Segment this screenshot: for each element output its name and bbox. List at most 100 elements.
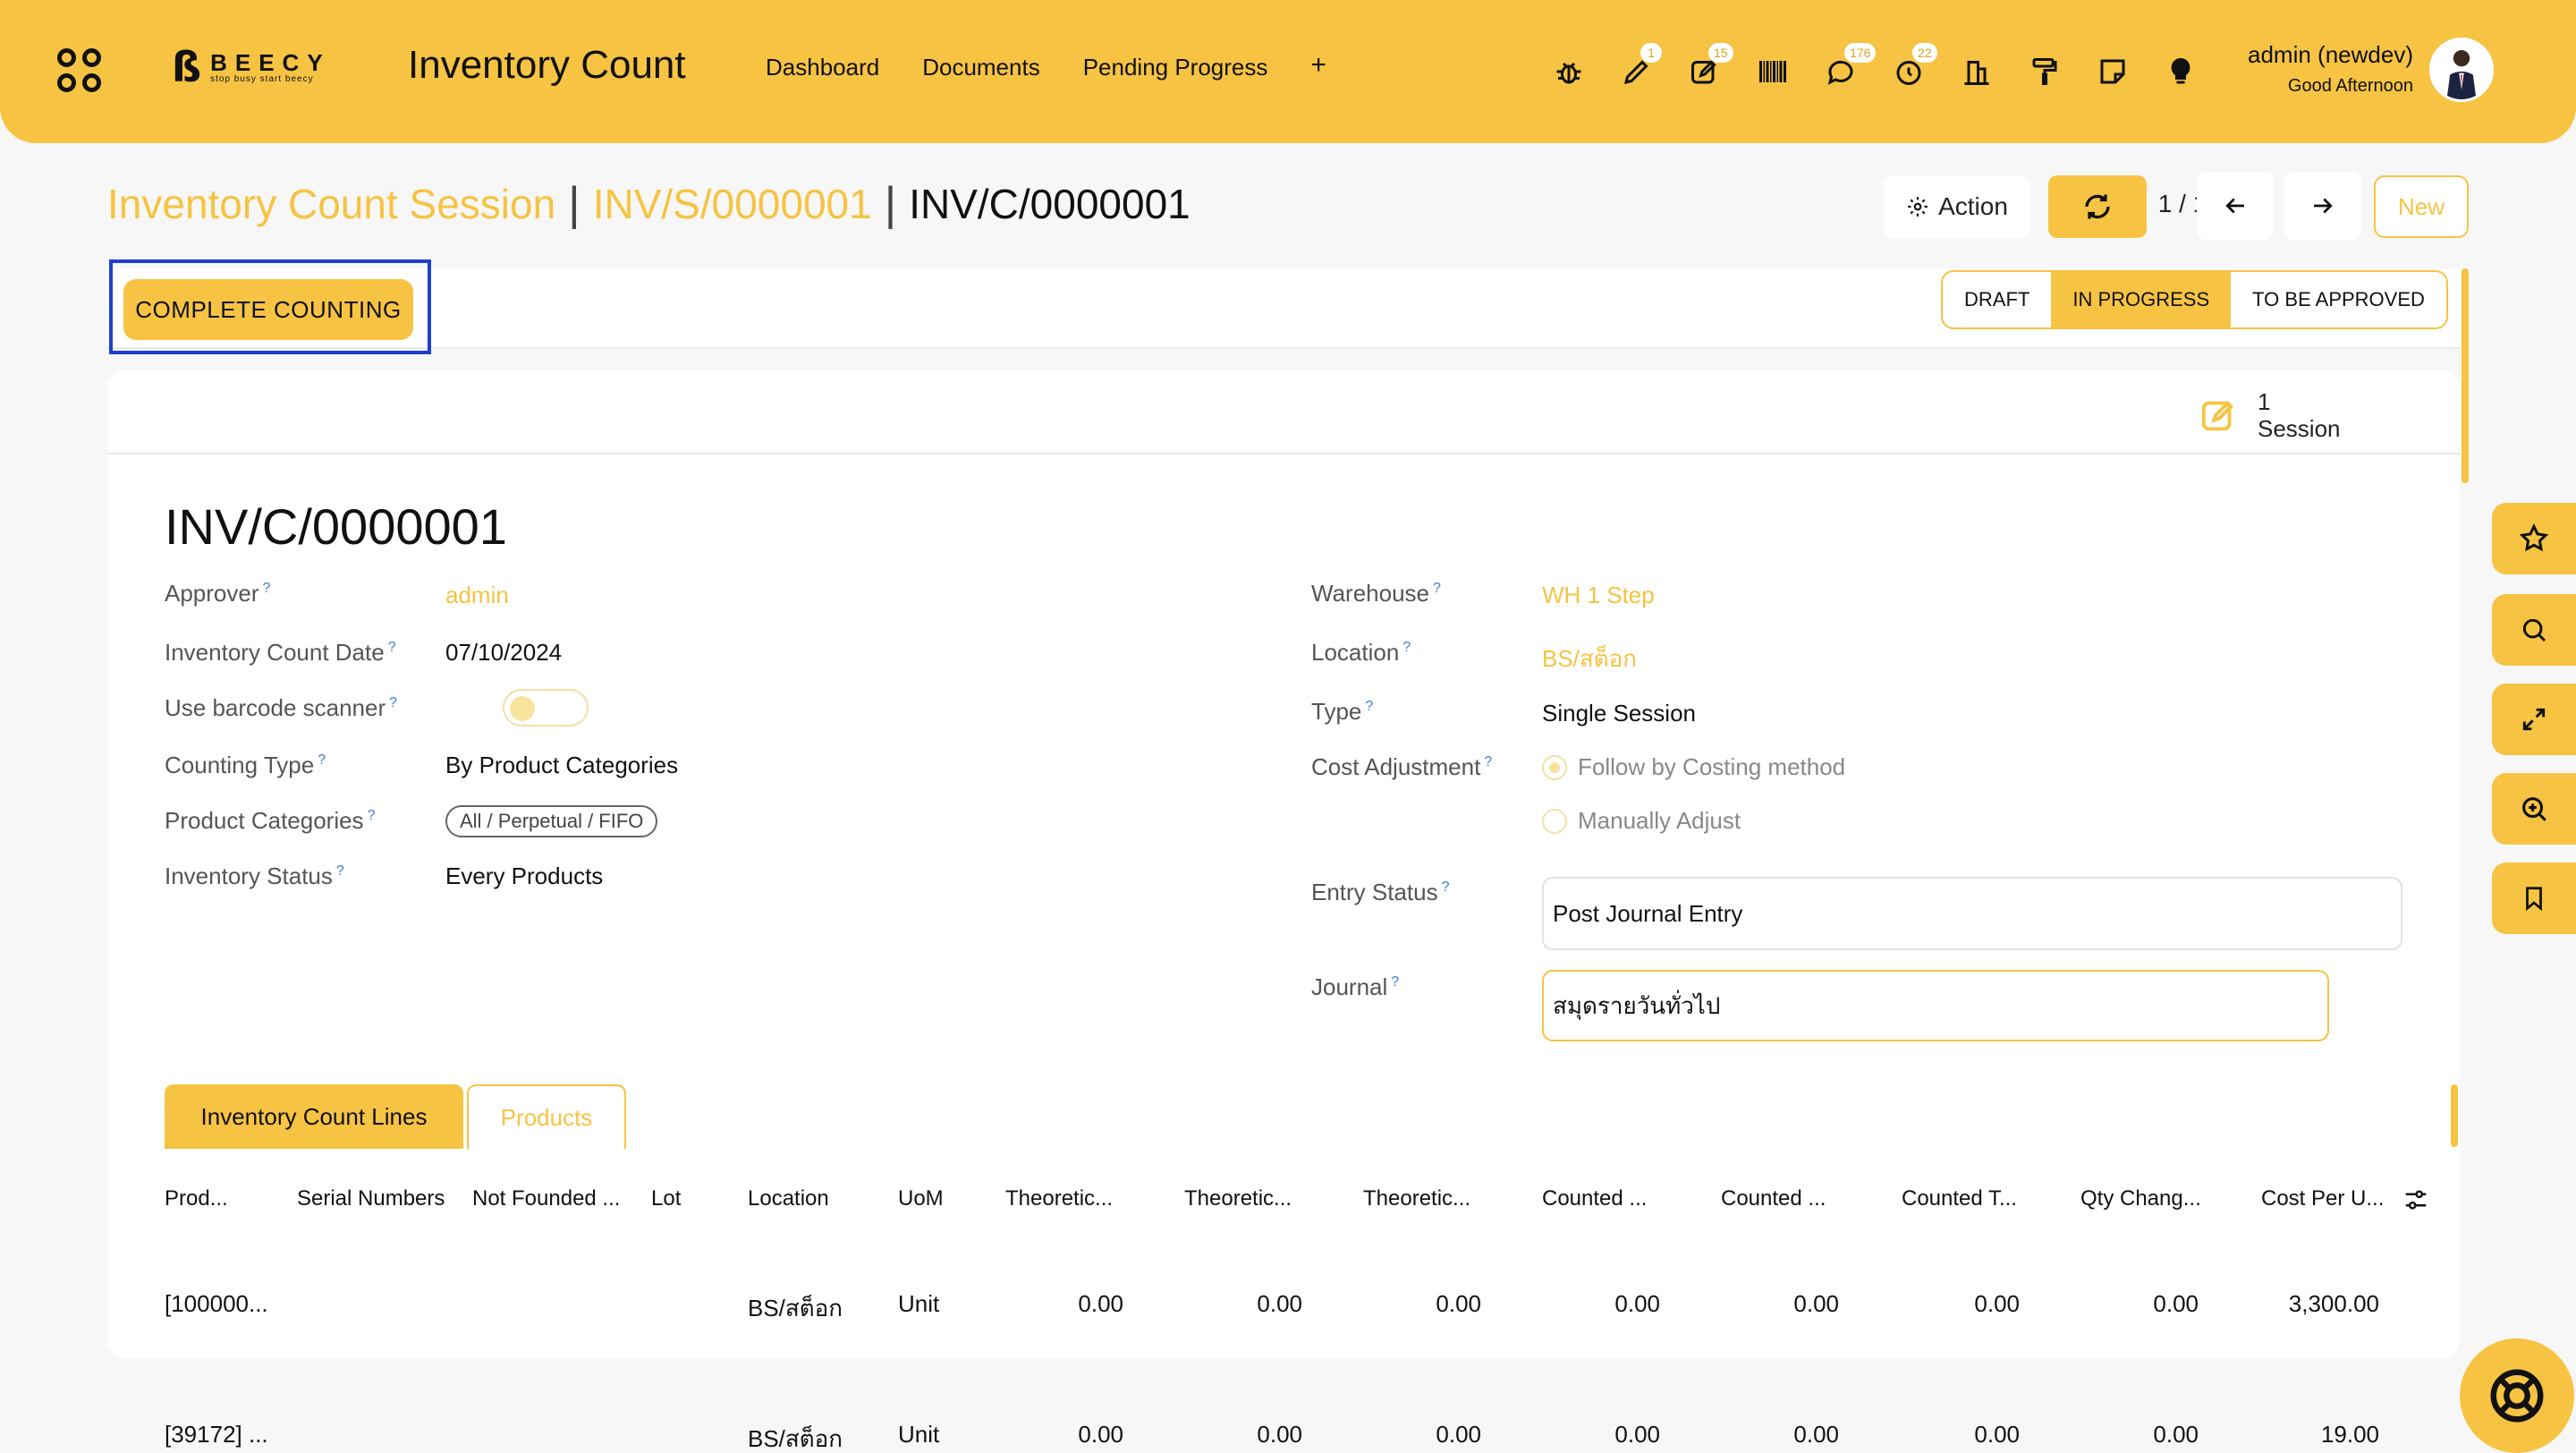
help-button[interactable] bbox=[2460, 1338, 2574, 1453]
user-name: admin (newdev) bbox=[2248, 41, 2413, 68]
page-scrollbar[interactable] bbox=[2462, 268, 2469, 483]
counting-type-label: Counting Type? bbox=[165, 752, 326, 778]
column-header-theoretical-3[interactable]: Theoretic... bbox=[1363, 1186, 1470, 1211]
row-separator bbox=[107, 1358, 2460, 1394]
stage-in-progress[interactable]: IN PROGRESS bbox=[2051, 272, 2232, 327]
inventory-count-date-value[interactable]: 07/10/2024 bbox=[445, 639, 562, 667]
cell-counted-total: 0.00 bbox=[1974, 1290, 2020, 1317]
tab-products[interactable]: Products bbox=[467, 1084, 626, 1149]
avatar[interactable] bbox=[2429, 38, 2494, 102]
zoom-in-icon bbox=[2522, 797, 2546, 821]
search-icon bbox=[2522, 618, 2546, 642]
cell-theoretical-1: 0.00 bbox=[1078, 1421, 1123, 1448]
bug-icon[interactable] bbox=[1535, 50, 1603, 93]
expand-button[interactable] bbox=[2492, 684, 2576, 755]
zoom-button[interactable] bbox=[2492, 773, 2576, 845]
approver-label: Approver? bbox=[165, 580, 271, 607]
breadcrumb-separator: | bbox=[568, 178, 580, 230]
column-header-not-founded[interactable]: Not Founded ... bbox=[472, 1186, 620, 1211]
breadcrumb-current: INV/C/0000001 bbox=[909, 181, 1191, 227]
nav-documents[interactable]: Documents bbox=[922, 54, 1040, 81]
table-scrollbar[interactable] bbox=[2451, 1084, 2458, 1147]
barcode-scanner-toggle[interactable] bbox=[503, 689, 589, 726]
stage-to-be-approved[interactable]: TO BE APPROVED bbox=[2231, 272, 2446, 327]
type-label: Type? bbox=[1311, 698, 1374, 725]
location-value[interactable]: BS/สต็อก bbox=[1542, 641, 1637, 677]
complete-counting-button[interactable]: COMPLETE COUNTING bbox=[123, 279, 413, 340]
column-settings-icon[interactable] bbox=[2402, 1186, 2429, 1213]
previous-record-button[interactable] bbox=[2197, 172, 2274, 240]
refresh-button[interactable] bbox=[2048, 175, 2147, 238]
timer-icon[interactable]: 22 bbox=[1875, 43, 1943, 93]
breadcrumb-session-ref[interactable]: INV/S/0000001 bbox=[593, 180, 872, 228]
cost-manual-radio[interactable] bbox=[1542, 809, 1567, 834]
counting-type-value[interactable]: By Product Categories bbox=[445, 752, 678, 779]
type-value[interactable]: Single Session bbox=[1542, 700, 1696, 727]
entry-status-label: Entry Status? bbox=[1311, 879, 1450, 905]
breadcrumb: Inventory Count Session | INV/S/0000001 … bbox=[107, 177, 1191, 231]
user-info[interactable]: admin (newdev) Good Afternoon bbox=[2240, 41, 2413, 97]
pencil-icon[interactable]: 1 bbox=[1603, 43, 1671, 93]
nav-add-button[interactable]: + bbox=[1310, 50, 1326, 81]
refresh-icon bbox=[2085, 194, 2110, 219]
approver-value[interactable]: admin bbox=[445, 582, 509, 609]
cell-theoretical-2: 0.00 bbox=[1257, 1290, 1302, 1317]
cell-theoretical-3: 0.00 bbox=[1436, 1421, 1481, 1448]
cell-qty-change: 0.00 bbox=[2153, 1290, 2199, 1317]
pencil-badge: 1 bbox=[1640, 43, 1662, 63]
edit-note-icon[interactable]: 15 bbox=[1671, 43, 1739, 93]
toolbar-icons: 1 15 176 22 bbox=[1535, 43, 2215, 93]
column-header-theoretical-2[interactable]: Theoretic... bbox=[1184, 1186, 1292, 1211]
column-header-cost-per-unit[interactable]: Cost Per U... bbox=[2261, 1186, 2384, 1211]
top-nav: Dashboard Documents Pending Progress + bbox=[766, 50, 1326, 81]
building-icon[interactable] bbox=[1943, 50, 2011, 93]
chat-icon[interactable]: 176 bbox=[1807, 43, 1877, 93]
cost-follow-costing-radio[interactable] bbox=[1542, 755, 1567, 780]
lightbulb-icon[interactable] bbox=[2147, 50, 2215, 93]
barcode-icon[interactable] bbox=[1739, 50, 1807, 93]
cell-counted-2: 0.00 bbox=[1793, 1421, 1839, 1448]
column-header-uom[interactable]: UoM bbox=[898, 1186, 944, 1211]
action-button[interactable]: Action bbox=[1884, 175, 2030, 238]
cell-counted-1: 0.00 bbox=[1614, 1290, 1660, 1317]
cell-product: [100000... bbox=[165, 1290, 268, 1317]
sticky-note-icon[interactable] bbox=[2079, 50, 2147, 93]
breadcrumb-session[interactable]: Inventory Count Session bbox=[107, 180, 555, 228]
apps-menu-icon[interactable] bbox=[57, 48, 104, 95]
warehouse-value[interactable]: WH 1 Step bbox=[1542, 582, 1655, 609]
column-header-product[interactable]: Prod... bbox=[165, 1186, 228, 1211]
session-smart-button[interactable]: 1 Session bbox=[2199, 385, 2395, 446]
arrow-right-icon bbox=[2314, 198, 2333, 214]
company-logo[interactable]: ß BEECY stop busy start beecy bbox=[172, 47, 331, 88]
favorite-button[interactable] bbox=[2492, 503, 2576, 574]
nav-dashboard[interactable]: Dashboard bbox=[766, 54, 879, 81]
bookmark-button[interactable] bbox=[2492, 862, 2576, 934]
journal-field[interactable]: สมุดรายวันทั่วไป bbox=[1542, 970, 2329, 1041]
search-button[interactable] bbox=[2492, 594, 2576, 666]
column-header-counted-2[interactable]: Counted ... bbox=[1721, 1186, 1826, 1211]
entry-status-field[interactable]: Post Journal Entry bbox=[1542, 877, 2402, 950]
edit-note-icon bbox=[2201, 400, 2234, 431]
column-header-counted-1[interactable]: Counted ... bbox=[1542, 1186, 1647, 1211]
inventory-status-value[interactable]: Every Products bbox=[445, 862, 603, 890]
tab-inventory-count-lines[interactable]: Inventory Count Lines bbox=[165, 1084, 463, 1149]
column-header-lot[interactable]: Lot bbox=[651, 1186, 681, 1211]
column-header-qty-change[interactable]: Qty Chang... bbox=[2080, 1186, 2201, 1211]
product-category-tag[interactable]: All / Perpetual / FIFO bbox=[445, 805, 658, 837]
next-record-button[interactable] bbox=[2284, 172, 2361, 240]
cell-theoretical-2: 0.00 bbox=[1257, 1421, 1302, 1448]
paint-roller-icon[interactable] bbox=[2011, 50, 2079, 93]
cell-qty-change: 0.00 bbox=[2153, 1421, 2199, 1448]
inventory-count-date-label: Inventory Count Date? bbox=[165, 639, 396, 666]
new-button[interactable]: New bbox=[2374, 175, 2469, 238]
journal-label: Journal? bbox=[1311, 973, 1400, 1000]
column-header-serial-numbers[interactable]: Serial Numbers bbox=[297, 1186, 445, 1211]
column-header-location[interactable]: Location bbox=[748, 1186, 829, 1211]
column-header-counted-total[interactable]: Counted T... bbox=[1902, 1186, 2017, 1211]
column-header-theoretical-1[interactable]: Theoretic... bbox=[1005, 1186, 1113, 1211]
stage-draft[interactable]: DRAFT bbox=[1943, 272, 2051, 327]
cell-cost-per-unit: 3,300.00 bbox=[2288, 1290, 2379, 1317]
cell-counted-total: 0.00 bbox=[1974, 1421, 2020, 1448]
nav-pending-progress[interactable]: Pending Progress bbox=[1083, 54, 1268, 81]
stage-selector: DRAFT IN PROGRESS TO BE APPROVED bbox=[1941, 270, 2448, 329]
